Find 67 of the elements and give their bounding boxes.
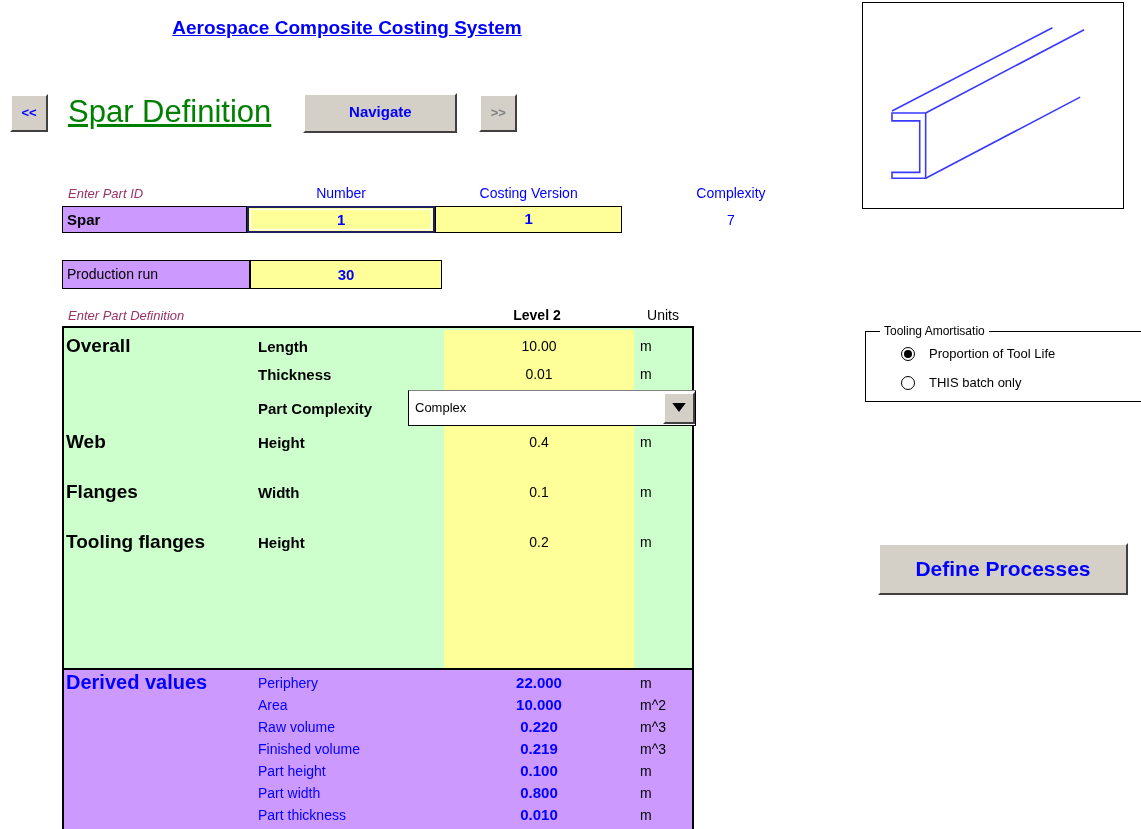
derived-label: Part width <box>257 785 322 800</box>
unit-label: m <box>640 532 652 552</box>
unit-label: m^2 <box>639 697 668 712</box>
column-heading: Complexity <box>695 183 767 203</box>
field-label: Height <box>258 532 305 553</box>
unit-label: m <box>639 675 653 690</box>
part-definition-hint: Enter Part Definition <box>67 307 186 325</box>
field-label: Part Complexity <box>258 398 373 419</box>
derived-label: Finished volume <box>257 741 361 756</box>
radio-button[interactable] <box>901 347 915 361</box>
unit-label: m <box>639 807 653 822</box>
derived-label: Part thickness <box>257 807 347 822</box>
complexity-value: 7 <box>726 210 736 230</box>
back-button[interactable]: << <box>10 93 48 132</box>
unit-label: m^3 <box>639 719 668 734</box>
field-label: Length <box>258 336 308 357</box>
derived-value: 0.800 <box>519 785 559 800</box>
production-run-cell[interactable]: 30 <box>250 259 442 289</box>
unit-label: m <box>639 763 653 778</box>
field-label: Height <box>258 432 305 453</box>
app-title-link[interactable]: Aerospace Composite Costing System <box>172 14 522 43</box>
field-value[interactable]: 0.01 <box>525 363 553 385</box>
group-label: Tooling flanges <box>66 529 205 554</box>
group-label: Flanges <box>66 479 138 504</box>
field-value[interactable]: 0.2 <box>529 531 549 553</box>
unit-label: m^3 <box>639 741 668 756</box>
define-processes-button[interactable]: Define Processes <box>878 543 1128 595</box>
derived-label: Raw volume <box>257 719 337 734</box>
field-value[interactable]: 0.1 <box>529 481 549 503</box>
derived-values-title: Derived values <box>66 670 209 693</box>
derived-value: 0.100 <box>519 763 559 778</box>
field-label: Width <box>258 482 300 503</box>
units-heading: Units <box>646 305 680 325</box>
group-label: Overall <box>66 333 131 358</box>
field-label: Thickness <box>258 364 332 385</box>
derived-value: 10.000 <box>515 697 563 712</box>
unit-label: m <box>640 364 652 384</box>
complexity-dropdown[interactable]: Complex <box>408 389 696 426</box>
part-id-cell[interactable]: 1 <box>246 205 436 233</box>
radio-button[interactable] <box>901 376 915 390</box>
column-heading: Number <box>315 183 367 203</box>
unit-label: m <box>639 785 653 800</box>
unit-label: m <box>640 336 652 356</box>
radio-option[interactable]: Proportion of Tool Life <box>876 339 1135 369</box>
column-heading: Costing Version <box>478 183 579 203</box>
derived-label: Area <box>257 697 289 712</box>
part-id-hint: Enter Part ID <box>67 185 145 203</box>
part-id-cell[interactable]: 1 <box>435 205 622 233</box>
level-heading: Level 2 <box>512 305 562 325</box>
production-run-label: Production run <box>62 259 250 289</box>
dropdown-caret-icon[interactable] <box>663 391 695 424</box>
navigate-button[interactable]: Navigate <box>303 92 458 133</box>
derived-value: 0.010 <box>519 807 559 822</box>
radio-option[interactable]: THIS batch only <box>876 368 1135 398</box>
field-value[interactable]: 10.00 <box>521 335 557 357</box>
derived-label: Part height <box>257 763 327 778</box>
group-legend: Tooling Amortisatio <box>880 322 989 340</box>
unit-label: m <box>640 432 652 452</box>
derived-value: 0.220 <box>519 719 559 734</box>
derived-label: Periphery <box>257 675 319 690</box>
derived-value: 0.219 <box>519 741 559 756</box>
unit-label: m <box>640 482 652 502</box>
group-label: Web <box>66 429 106 454</box>
field-value[interactable]: 0.4 <box>529 431 549 453</box>
page-title: Spar Definition <box>68 93 272 132</box>
part-name-cell: Spar <box>62 205 247 233</box>
derived-value: 22.000 <box>515 675 563 690</box>
